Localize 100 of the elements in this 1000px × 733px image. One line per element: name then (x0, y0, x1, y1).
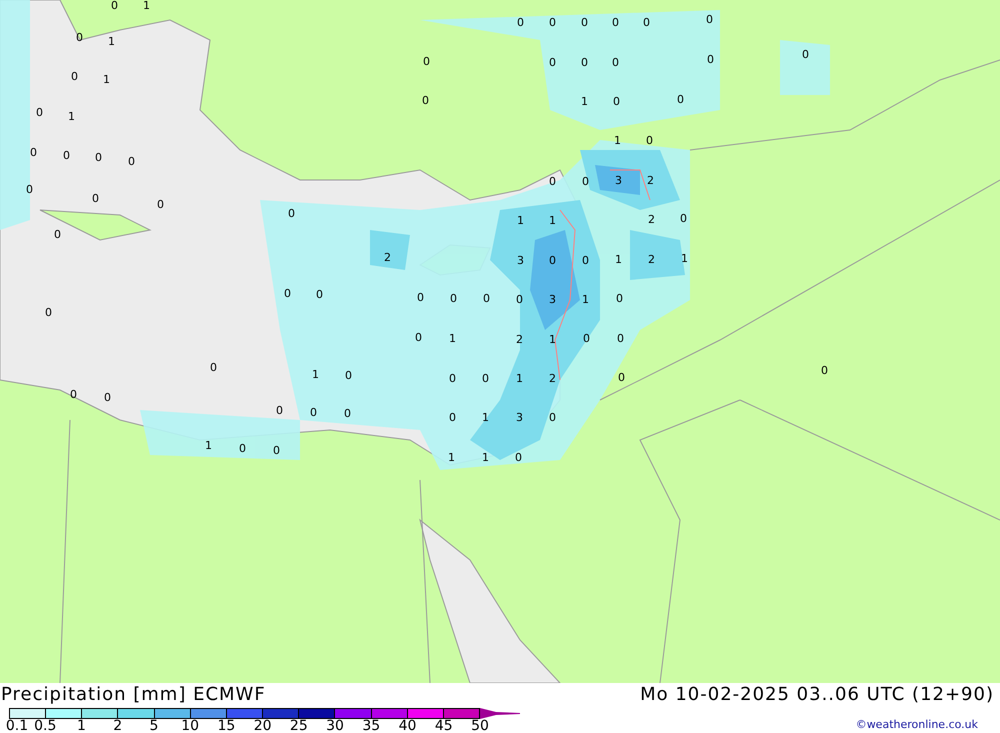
precipitation-value: 0 (316, 289, 323, 301)
precipitation-value: 2 (647, 175, 654, 187)
precipitation-value: 0 (45, 307, 52, 319)
precipitation-value: 0 (423, 56, 430, 68)
precipitation-value: 0 (422, 95, 429, 107)
precipitation-value: 0 (516, 294, 523, 306)
precipitation-value: 1 (68, 111, 75, 123)
precipitation-value: 0 (344, 408, 351, 420)
precipitation-value: 0 (517, 17, 524, 29)
precipitation-value: 0 (70, 389, 77, 401)
precipitation-value: 0 (415, 332, 422, 344)
precipitation-value: 2 (648, 214, 655, 226)
precipitation-value: 0 (36, 107, 43, 119)
precipitation-value: 0 (417, 292, 424, 304)
legend-label: 0.5 (34, 719, 56, 733)
precipitation-value: 0 (71, 71, 78, 83)
precipitation-value: 0 (549, 17, 556, 29)
legend-label: 30 (326, 719, 344, 733)
precipitation-value: 0 (581, 57, 588, 69)
legend-label: 2 (113, 719, 122, 733)
precipitation-value: 1 (615, 254, 622, 266)
precipitation-value: 0 (707, 54, 714, 66)
precipitation-value: 1 (448, 452, 455, 464)
credit-text: ©weatheronline.co.uk (856, 718, 978, 732)
precipitation-value: 0 (613, 96, 620, 108)
precipitation-value: 0 (26, 184, 33, 196)
precipitation-value: 1 (549, 215, 556, 227)
precipitation-value: 0 (284, 288, 291, 300)
precipitation-value: 0 (273, 445, 280, 457)
precipitation-value: 1 (517, 215, 524, 227)
precipitation-value: 0 (483, 293, 490, 305)
precipitation-value: 0 (802, 49, 809, 61)
legend-label: 1 (77, 719, 86, 733)
precipitation-value: 0 (646, 135, 653, 147)
precipitation-value: 1 (108, 36, 115, 48)
precipitation-value: 1 (516, 373, 523, 385)
legend-label: 5 (149, 719, 158, 733)
legend-label: 25 (290, 719, 308, 733)
precipitation-value: 2 (516, 334, 523, 346)
precipitation-value: 0 (310, 407, 317, 419)
precipitation-value: 3 (615, 175, 622, 187)
precipitation-value: 0 (111, 0, 118, 12)
precipitation-value: 0 (288, 208, 295, 220)
precipitation-value: 3 (517, 255, 524, 267)
precipitation-value: 0 (583, 333, 590, 345)
precipitation-value: 0 (54, 229, 61, 241)
precipitation-value: 0 (345, 370, 352, 382)
precipitation-value: 2 (648, 254, 655, 266)
precipitation-value: 1 (549, 334, 556, 346)
precipitation-value: 0 (449, 412, 456, 424)
precipitation-value: 0 (549, 255, 556, 267)
precipitation-value: 0 (581, 17, 588, 29)
precipitation-value: 0 (706, 14, 713, 26)
legend-label: 40 (398, 719, 416, 733)
precipitation-value: 1 (312, 369, 319, 381)
precipitation-value: 0 (95, 152, 102, 164)
precipitation-value: 0 (449, 373, 456, 385)
precipitation-value: 0 (450, 293, 457, 305)
precipitation-value: 0 (677, 94, 684, 106)
legend-label: 0.1 (6, 719, 28, 733)
precipitation-value: 0 (618, 372, 625, 384)
precipitation-value: 1 (582, 294, 589, 306)
legend-label: 50 (471, 719, 489, 733)
precipitation-value: 0 (276, 405, 283, 417)
legend-label: 20 (254, 719, 272, 733)
precipitation-value: 3 (516, 412, 523, 424)
precipitation-value: 1 (143, 0, 150, 12)
precipitation-value: 0 (612, 17, 619, 29)
precipitation-value: 2 (549, 373, 556, 385)
precipitation-value: 1 (681, 253, 688, 265)
precipitation-value: 0 (157, 199, 164, 211)
precipitation-value: 0 (549, 57, 556, 69)
legend-label: 15 (217, 719, 236, 733)
precipitation-value: 0 (63, 150, 70, 162)
precipitation-value: 0 (128, 156, 135, 168)
precipitation-value: 0 (643, 17, 650, 29)
precipitation-value: 0 (482, 373, 489, 385)
precipitation-value: 0 (30, 147, 37, 159)
precipitation-value: 0 (612, 57, 619, 69)
precipitation-value: 3 (549, 294, 556, 306)
precipitation-value: 0 (92, 193, 99, 205)
precipitation-value: 0 (210, 362, 217, 374)
precipitation-value: 0 (76, 32, 83, 44)
precipitation-value: 1 (482, 412, 489, 424)
precipitation-value: 1 (614, 135, 621, 147)
precipitation-value: 0 (549, 412, 556, 424)
precipitation-value: 0 (821, 365, 828, 377)
precipitation-value: 1 (482, 452, 489, 464)
precipitation-value: 0 (582, 176, 589, 188)
precipitation-value: 0 (239, 443, 246, 455)
precipitation-value: 0 (617, 333, 624, 345)
legend-label: 45 (434, 719, 453, 733)
legend-label: 10 (181, 719, 200, 733)
precipitation-value: 0 (549, 176, 556, 188)
forecast-datetime: Mo 10-02-2025 03..06 UTC (12+90) (640, 683, 994, 707)
map-title: Precipitation [mm] ECMWF (1, 683, 266, 707)
precipitation-value: 1 (449, 333, 456, 345)
precipitation-value: 1 (103, 74, 110, 86)
precipitation-value: 0 (104, 392, 111, 404)
precipitation-value: 0 (616, 293, 623, 305)
